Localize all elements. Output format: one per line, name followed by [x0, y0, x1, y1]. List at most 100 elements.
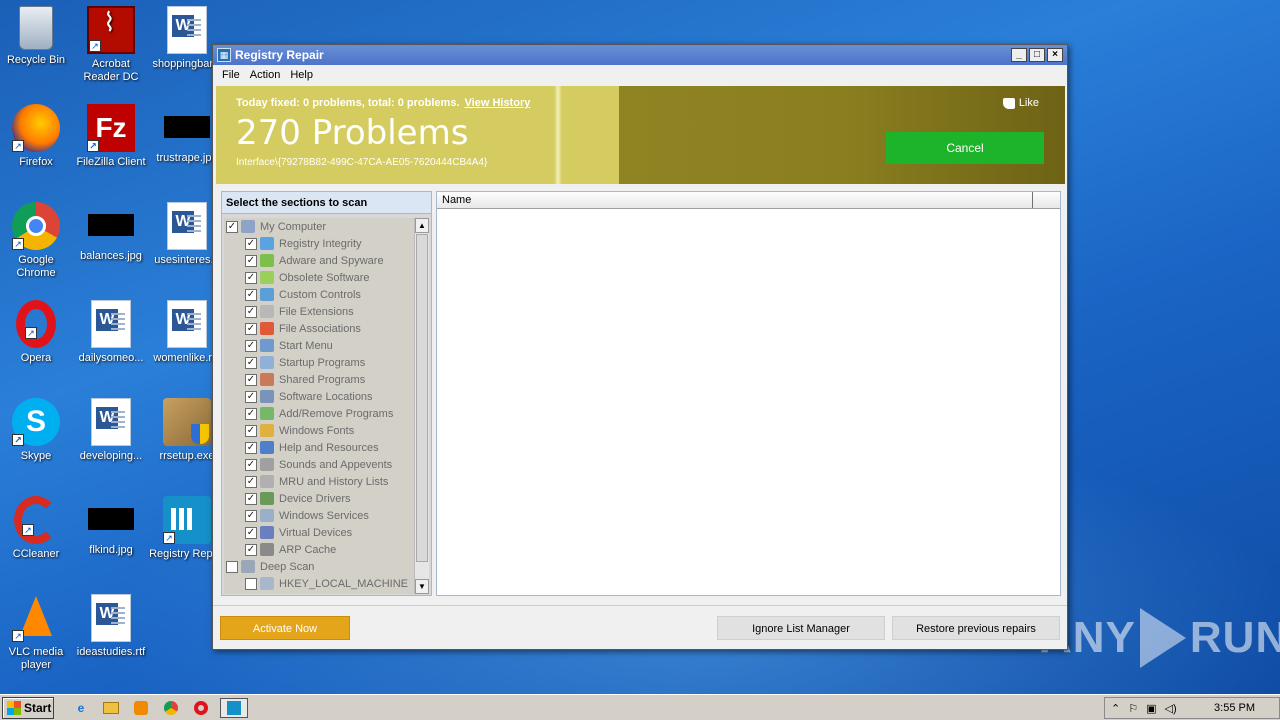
tree-item-virtual-devices[interactable]: ✓ Virtual Devices [224, 524, 414, 541]
section-checkbox[interactable]: ✓ [245, 543, 257, 556]
sections-scrollbar[interactable]: ▲ ▼ [414, 218, 429, 594]
section-checkbox[interactable]: ✓ [245, 373, 257, 386]
tree-item-arp-cache[interactable]: ✓ ARP Cache [224, 541, 414, 558]
tree-item-file-extensions[interactable]: ✓ File Extensions [224, 303, 414, 320]
opera-taskbar-icon[interactable] [190, 698, 212, 718]
section-checkbox[interactable]: ✓ [245, 339, 257, 352]
registry-repair-taskbar-icon[interactable] [220, 697, 248, 718]
section-checkbox[interactable]: ✓ [245, 475, 257, 488]
section-checkbox[interactable]: ✓ [245, 492, 257, 505]
recycle-bin-icon [19, 6, 53, 50]
ignore-list-manager-button[interactable]: Ignore List Manager [717, 616, 885, 640]
desktop-icon-label: Skype [20, 450, 52, 462]
like-button[interactable]: Like [1002, 97, 1039, 109]
desktop-icon-developing[interactable]: W developing... [73, 398, 149, 463]
desktop-icon-dailysomeo[interactable]: W dailysomeo... [73, 300, 149, 365]
section-checkbox[interactable]: ✓ [245, 305, 257, 318]
tree-item-windows-services[interactable]: ✓ Windows Services [224, 507, 414, 524]
section-checkbox[interactable]: ✓ [245, 526, 257, 539]
section-checkbox[interactable]: ✓ [245, 271, 257, 284]
scroll-down-arrow-icon[interactable]: ▼ [415, 579, 429, 594]
restore-previous-repairs-button[interactable]: Restore previous repairs [892, 616, 1060, 640]
tree-item-start-menu[interactable]: ✓ Start Menu [224, 337, 414, 354]
tree-item-help-and-resources[interactable]: ✓ Help and Resources [224, 439, 414, 456]
desktop-icon-firefox[interactable]: ↗ Firefox [0, 104, 74, 169]
desktop-icon-skype[interactable]: S ↗ Skype [0, 398, 74, 463]
window-titlebar[interactable]: ▦ Registry Repair _ □ × [213, 45, 1067, 65]
action-center-flag-icon[interactable]: ⚐ [1128, 702, 1138, 715]
tray-expand-icon[interactable]: ⌃ [1111, 702, 1120, 715]
section-label: ARP Cache [279, 543, 337, 556]
column-name-header[interactable]: Name [437, 192, 1033, 208]
section-checkbox[interactable]: ✓ [245, 424, 257, 437]
section-label: Registry Integrity [279, 237, 362, 250]
menu-help[interactable]: Help [285, 69, 318, 81]
tree-item-software-locations[interactable]: ✓ Software Locations [224, 388, 414, 405]
tree-item-my-computer[interactable]: ✓ My Computer [224, 218, 414, 235]
desktop-icon-ideastudies[interactable]: W ideastudies.rtf [73, 594, 149, 659]
tree-item-shared-programs[interactable]: ✓ Shared Programs [224, 371, 414, 388]
scroll-up-arrow-icon[interactable]: ▲ [415, 218, 429, 233]
media-player-icon[interactable] [130, 698, 152, 718]
section-checkbox[interactable]: ✓ [245, 390, 257, 403]
menu-file[interactable]: File [217, 69, 245, 81]
section-checkbox[interactable]: ✓ [245, 237, 257, 250]
tree-item-hkey-local-machine[interactable]: HKEY_LOCAL_MACHINE [224, 575, 414, 592]
chrome-taskbar-icon[interactable] [160, 698, 182, 718]
volume-icon[interactable]: ◁) [1165, 702, 1177, 715]
explorer-icon[interactable] [100, 698, 122, 718]
section-checkbox[interactable]: ✓ [245, 254, 257, 267]
controls-icon [260, 288, 274, 301]
word-doc-icon: W [91, 300, 131, 348]
activate-now-button[interactable]: Activate Now [220, 616, 350, 640]
desktop-icon-flkind[interactable]: flkind.jpg [73, 496, 149, 557]
desktop-icon-opera[interactable]: ↗ Opera [0, 300, 74, 365]
clock[interactable]: 3:55 PM [1214, 702, 1255, 714]
tree-item-registry-integrity[interactable]: ✓ Registry Integrity [224, 235, 414, 252]
section-checkbox[interactable]: ✓ [245, 288, 257, 301]
desktop-icon-vlc[interactable]: ↗ VLC media player [0, 594, 74, 672]
close-button[interactable]: × [1047, 48, 1063, 62]
maximize-button[interactable]: □ [1029, 48, 1045, 62]
tree-item-obsolete-software[interactable]: ✓ Obsolete Software [224, 269, 414, 286]
start-button[interactable]: Start [2, 696, 54, 719]
scroll-thumb[interactable] [416, 234, 428, 562]
ie-icon[interactable]: e [70, 698, 92, 718]
cancel-button[interactable]: Cancel [886, 132, 1044, 164]
tree-item-mru-and-history-lists[interactable]: ✓ MRU and History Lists [224, 473, 414, 490]
network-icon[interactable]: ▣ [1146, 702, 1156, 715]
section-label: File Extensions [279, 305, 354, 318]
sections-panel: Select the sections to scan ✓ My Computer… [221, 191, 432, 596]
tree-item-startup-programs[interactable]: ✓ Startup Programs [224, 354, 414, 371]
registry-icon [260, 237, 274, 250]
section-checkbox[interactable] [245, 577, 257, 590]
tree-item-file-associations[interactable]: ✓ File Associations [224, 320, 414, 337]
section-checkbox[interactable]: ✓ [245, 322, 257, 335]
section-checkbox[interactable]: ✓ [245, 458, 257, 471]
section-checkbox[interactable]: ✓ [245, 356, 257, 369]
desktop-icon-balances[interactable]: balances.jpg [73, 202, 149, 263]
tree-item-windows-fonts[interactable]: ✓ Windows Fonts [224, 422, 414, 439]
fonts-icon [260, 424, 274, 437]
section-checkbox[interactable]: ✓ [245, 441, 257, 454]
desktop-icon-ccleaner[interactable]: ↗ CCleaner [0, 496, 74, 561]
tree-item-adware-and-spyware[interactable]: ✓ Adware and Spyware [224, 252, 414, 269]
virtual-icon [260, 526, 274, 539]
minimize-button[interactable]: _ [1011, 48, 1027, 62]
desktop-icon-chrome[interactable]: ↗ Google Chrome [0, 202, 74, 280]
view-history-link[interactable]: View History [465, 97, 531, 109]
tree-item-device-drivers[interactable]: ✓ Device Drivers [224, 490, 414, 507]
desktop-icon-recycle-bin[interactable]: Recycle Bin [0, 6, 74, 67]
section-checkbox[interactable] [226, 560, 238, 573]
desktop-icon-acrobat[interactable]: ⌇ ↗ Acrobat Reader DC [73, 6, 149, 84]
tree-item-deep-scan[interactable]: Deep Scan [224, 558, 414, 575]
play-icon [1139, 608, 1186, 668]
section-checkbox[interactable]: ✓ [245, 509, 257, 522]
menu-action[interactable]: Action [245, 69, 286, 81]
section-checkbox[interactable]: ✓ [226, 220, 238, 233]
desktop-icon-filezilla[interactable]: Fz ↗ FileZilla Client [73, 104, 149, 169]
tree-item-custom-controls[interactable]: ✓ Custom Controls [224, 286, 414, 303]
tree-item-add-remove-programs[interactable]: ✓ Add/Remove Programs [224, 405, 414, 422]
section-checkbox[interactable]: ✓ [245, 407, 257, 420]
tree-item-sounds-and-appevents[interactable]: ✓ Sounds and Appevents [224, 456, 414, 473]
